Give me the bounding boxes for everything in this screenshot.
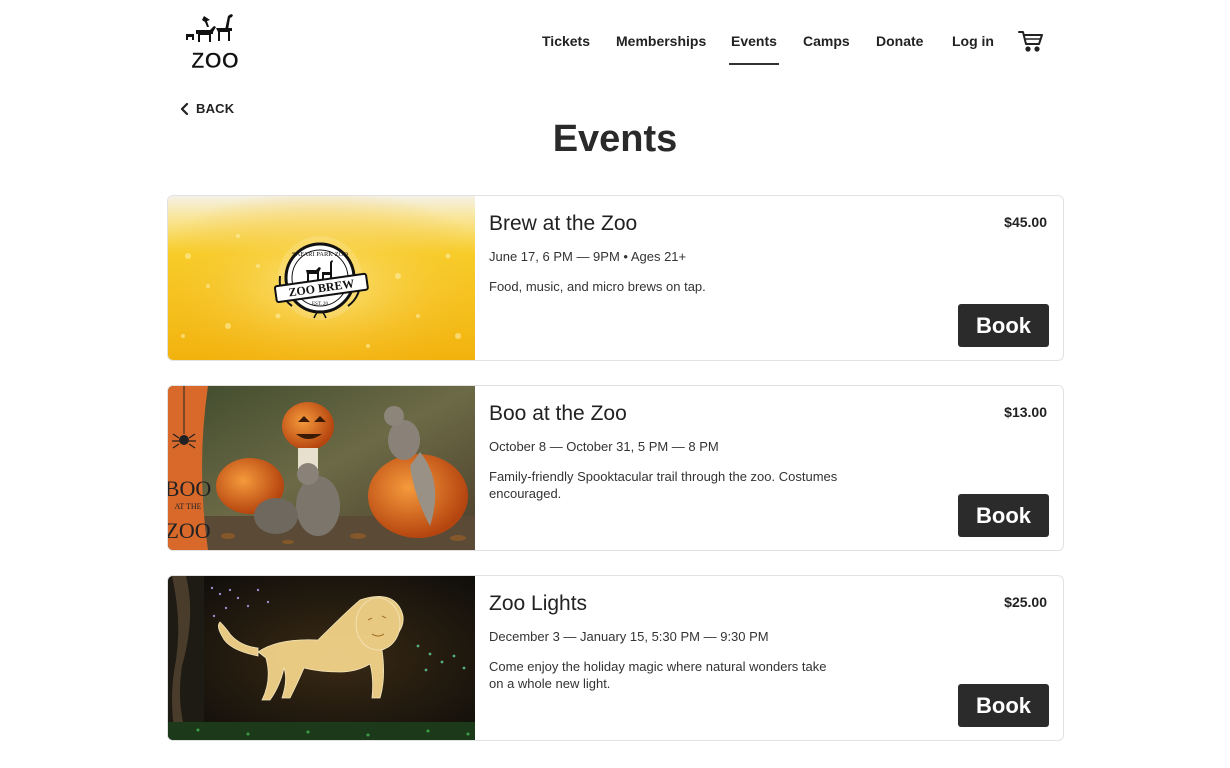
event-title: Boo at the Zoo — [489, 402, 627, 425]
nav-login[interactable]: Log in — [952, 33, 994, 49]
event-title: Zoo Lights — [489, 592, 588, 615]
book-button-brew[interactable]: Book — [958, 304, 1049, 347]
nav-tickets[interactable]: Tickets — [542, 33, 590, 49]
event-date: December 3 — January 15, 5:30 PM — 9:30 … — [489, 629, 769, 644]
back-label: BACK — [196, 101, 235, 116]
event-card-boo: BOO AT THE ZOO Boo at the Zoo October 8 — [167, 385, 1064, 551]
event-price: $13.00 — [1004, 404, 1047, 420]
event-description: Come enjoy the holiday magic where natur… — [489, 659, 827, 691]
nav-donate[interactable]: Donate — [876, 33, 923, 49]
nav-memberships[interactable]: Memberships — [616, 33, 706, 49]
cart-icon[interactable] — [1018, 30, 1044, 52]
nav-events[interactable]: Events — [729, 33, 779, 65]
page-title: Events — [552, 118, 678, 160]
event-card-lights: Zoo Lights December 3 — January 15, 5:30… — [167, 575, 1064, 741]
event-description: Food, music, and micro brews on tap. — [489, 279, 706, 294]
book-button-boo[interactable]: Book — [958, 494, 1049, 537]
event-title: Brew at the Zoo — [489, 212, 638, 235]
badge-top-text: SAFARI PARK ZOO — [292, 251, 348, 258]
main-nav: Tickets Memberships Events Camps Donate … — [0, 0, 1230, 80]
event-price: $25.00 — [1004, 594, 1047, 610]
event-image-boo: BOO AT THE ZOO — [168, 386, 475, 550]
event-image-lights — [168, 576, 475, 740]
event-date: October 8 — October 31, 5 PM — 8 PM — [489, 439, 719, 454]
event-description: Family-friendly Spooktacular trail throu… — [489, 469, 838, 501]
event-date: June 17, 6 PM — 9PM • Ages 21+ — [489, 249, 687, 264]
badge-est-text: EST. 20 — [312, 302, 329, 307]
boo-text: BOO — [168, 476, 211, 501]
nav-camps[interactable]: Camps — [803, 33, 850, 49]
zoo-text: ZOO — [168, 518, 211, 543]
chevron-left-icon — [180, 102, 189, 115]
event-price: $45.00 — [1004, 214, 1047, 230]
back-link[interactable]: BACK — [180, 101, 234, 116]
event-card-brew: ZOO BREW SAFARI PARK ZOO EST. 20 Brew at… — [167, 195, 1064, 361]
book-button-lights[interactable]: Book — [958, 684, 1049, 727]
event-image-brew: ZOO BREW SAFARI PARK ZOO EST. 20 — [168, 196, 475, 360]
at-the-text: AT THE — [174, 502, 201, 511]
